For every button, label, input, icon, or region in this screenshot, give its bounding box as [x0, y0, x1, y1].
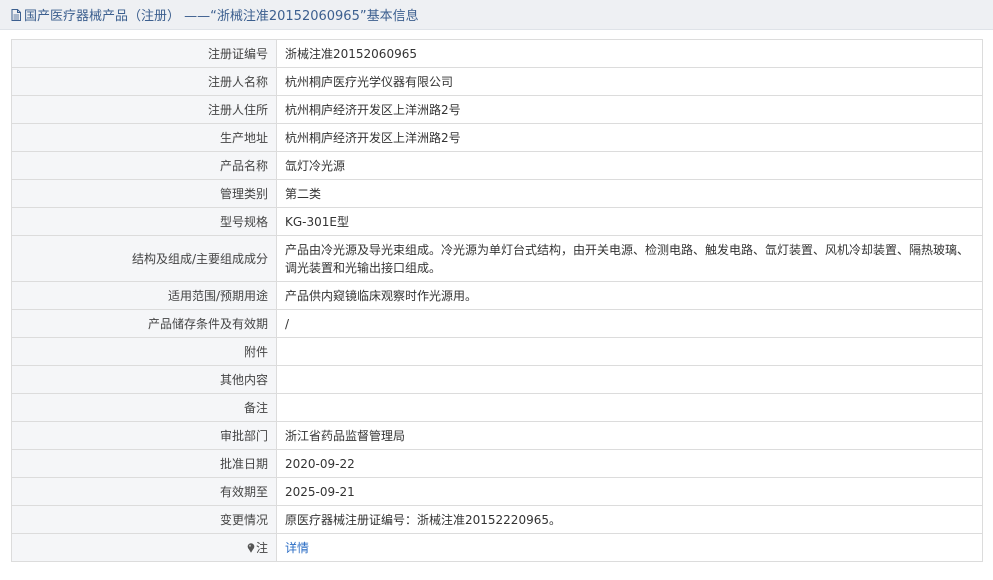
table-row: 注册证编号 浙械注准20152060965	[11, 39, 983, 68]
table-row: 生产地址 杭州桐庐经济开发区上洋洲路2号	[11, 123, 983, 152]
table-row: 管理类别 第二类	[11, 179, 983, 208]
row-label-note: 注	[11, 533, 277, 562]
details-link[interactable]: 详情	[285, 541, 309, 555]
row-label-model-spec: 型号规格	[11, 207, 277, 236]
table-row: 有效期至 2025-09-21	[11, 477, 983, 506]
row-value-registration-no: 浙械注准20152060965	[276, 39, 983, 68]
row-label-intended-use: 适用范围/预期用途	[11, 281, 277, 310]
row-value-management-class: 第二类	[276, 179, 983, 208]
row-label-change-history: 变更情况	[11, 505, 277, 534]
document-icon	[11, 8, 21, 21]
row-value-intended-use: 产品供内窥镜临床观察时作光源用。	[276, 281, 983, 310]
table-row: 其他内容	[11, 365, 983, 394]
table-row: 变更情况 原医疗器械注册证编号：浙械注准20152220965。	[11, 505, 983, 534]
row-value-structure: 产品由冷光源及导光束组成。冷光源为单灯台式结构，由开关电源、检测电路、触发电路、…	[276, 235, 983, 282]
detail-table: 注册证编号 浙械注准20152060965 注册人名称 杭州桐庐医疗光学仪器有限…	[11, 39, 983, 562]
row-value-model-spec: KG-301E型	[276, 207, 983, 236]
row-label-structure: 结构及组成/主要组成成分	[11, 235, 277, 282]
table-row: 产品储存条件及有效期 /	[11, 309, 983, 338]
row-label-registrant-address: 注册人住所	[11, 95, 277, 124]
row-label-product-name: 产品名称	[11, 151, 277, 180]
row-label-registrant-name: 注册人名称	[11, 67, 277, 96]
table-row: 结构及组成/主要组成成分 产品由冷光源及导光束组成。冷光源为单灯台式结构，由开关…	[11, 235, 983, 282]
row-value-registrant-address: 杭州桐庐经济开发区上洋洲路2号	[276, 95, 983, 124]
row-label-approval-date: 批准日期	[11, 449, 277, 478]
table-row: 审批部门 浙江省药品监督管理局	[11, 421, 983, 450]
table-row: 注册人名称 杭州桐庐医疗光学仪器有限公司	[11, 67, 983, 96]
row-value-attachment	[276, 337, 983, 366]
note-label: 注	[255, 540, 268, 555]
table-row: 适用范围/预期用途 产品供内窥镜临床观察时作光源用。	[11, 281, 983, 310]
row-label-other: 其他内容	[11, 365, 277, 394]
table-row: 注 详情	[11, 533, 983, 562]
page-header: 国产医疗器械产品（注册） ——“浙械注准20152060965”基本信息	[0, 0, 993, 30]
table-row: 型号规格 KG-301E型	[11, 207, 983, 236]
row-value-remarks	[276, 393, 983, 422]
row-value-production-address: 杭州桐庐经济开发区上洋洲路2号	[276, 123, 983, 152]
row-label-approval-dept: 审批部门	[11, 421, 277, 450]
row-value-note: 详情	[276, 533, 983, 562]
table-row: 批准日期 2020-09-22	[11, 449, 983, 478]
row-value-approval-dept: 浙江省药品监督管理局	[276, 421, 983, 450]
row-label-management-class: 管理类别	[11, 179, 277, 208]
row-value-change-history: 原医疗器械注册证编号：浙械注准20152220965。	[276, 505, 983, 534]
row-value-approval-date: 2020-09-22	[276, 449, 983, 478]
row-label-storage: 产品储存条件及有效期	[11, 309, 277, 338]
row-value-other	[276, 365, 983, 394]
row-value-storage: /	[276, 309, 983, 338]
row-label-attachment: 附件	[11, 337, 277, 366]
row-value-registrant-name: 杭州桐庐医疗光学仪器有限公司	[276, 67, 983, 96]
row-value-valid-until: 2025-09-21	[276, 477, 983, 506]
row-label-valid-until: 有效期至	[11, 477, 277, 506]
row-value-product-name: 氙灯冷光源	[276, 151, 983, 180]
page-title: 国产医疗器械产品（注册） ——“浙械注准20152060965”基本信息	[24, 9, 419, 24]
table-row: 备注	[11, 393, 983, 422]
table-row: 产品名称 氙灯冷光源	[11, 151, 983, 180]
row-label-production-address: 生产地址	[11, 123, 277, 152]
table-row: 附件	[11, 337, 983, 366]
pin-icon	[247, 542, 255, 553]
table-row: 注册人住所 杭州桐庐经济开发区上洋洲路2号	[11, 95, 983, 124]
row-label-registration-no: 注册证编号	[11, 39, 277, 68]
row-label-remarks: 备注	[11, 393, 277, 422]
